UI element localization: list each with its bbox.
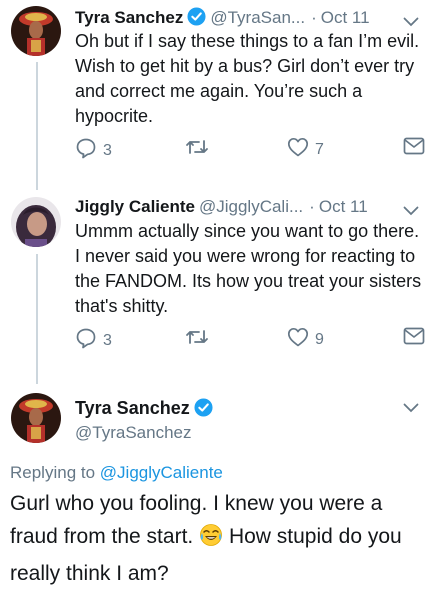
direct-message-button[interactable]	[403, 137, 425, 160]
reply-icon	[75, 137, 97, 164]
reply-button[interactable]: 3	[75, 137, 112, 164]
retweet-icon	[185, 137, 209, 162]
avatar[interactable]	[11, 6, 61, 56]
like-count: 7	[315, 140, 324, 158]
chevron-down-icon[interactable]	[403, 400, 419, 418]
tweet-date[interactable]: Oct 11	[319, 197, 368, 216]
envelope-icon	[403, 327, 425, 350]
tweet-actions: 3 7	[75, 137, 425, 161]
tweet-text: Gurl who you fooling. I knew you were a …	[10, 487, 430, 590]
tweet-text: Oh but if I say these things to a fan I’…	[75, 31, 420, 126]
tweet-actions: 3 9	[75, 327, 425, 351]
tweet[interactable]: Jiggly Caliente @JigglyCali... · Oct 11 Umm…	[0, 195, 435, 355]
separator-dot: ·	[309, 197, 315, 216]
separator-dot: ·	[311, 8, 317, 27]
tweet[interactable]: Tyra Sanchez @TyraSan... · Oct 11 Oh but if…	[0, 6, 435, 166]
display-name[interactable]: Jiggly Caliente	[75, 197, 195, 216]
tweet-date[interactable]: Oct 11	[321, 8, 370, 27]
reply-icon	[75, 327, 97, 354]
retweet-icon	[185, 327, 209, 352]
replying-to: Replying to @JigglyCaliente	[10, 461, 223, 485]
like-button[interactable]: 7	[287, 137, 324, 162]
retweet-button[interactable]	[185, 327, 215, 352]
heart-icon	[287, 327, 309, 352]
display-name-text: Tyra Sanchez	[75, 398, 190, 418]
envelope-icon	[403, 137, 425, 160]
direct-message-button[interactable]	[403, 327, 425, 350]
like-count: 9	[315, 330, 324, 348]
user-handle[interactable]: @TyraSanchez	[75, 422, 191, 444]
display-name[interactable]: Tyra Sanchez	[75, 8, 183, 27]
user-handle[interactable]: @JigglyCali...	[199, 197, 303, 216]
face-with-tears-of-joy-icon	[199, 523, 223, 557]
reply-button[interactable]: 3	[75, 327, 112, 354]
tweet-header: Jiggly Caliente @JigglyCali... · Oct 11	[75, 195, 435, 221]
reply-count: 3	[103, 141, 112, 159]
replying-to-label: Replying to	[10, 463, 96, 482]
verified-badge-icon	[194, 398, 213, 423]
avatar[interactable]	[11, 393, 61, 443]
tweet-text: Ummm actually since you want to go there…	[75, 221, 422, 316]
like-button[interactable]: 9	[287, 327, 324, 352]
reply-count: 3	[103, 331, 112, 349]
heart-icon	[287, 137, 309, 162]
user-handle[interactable]: @TyraSan...	[210, 8, 305, 27]
avatar[interactable]	[11, 197, 61, 247]
mention-link[interactable]: @JigglyCaliente	[100, 463, 223, 482]
display-name[interactable]: Tyra Sanchez	[75, 396, 213, 423]
retweet-button[interactable]	[185, 137, 215, 162]
